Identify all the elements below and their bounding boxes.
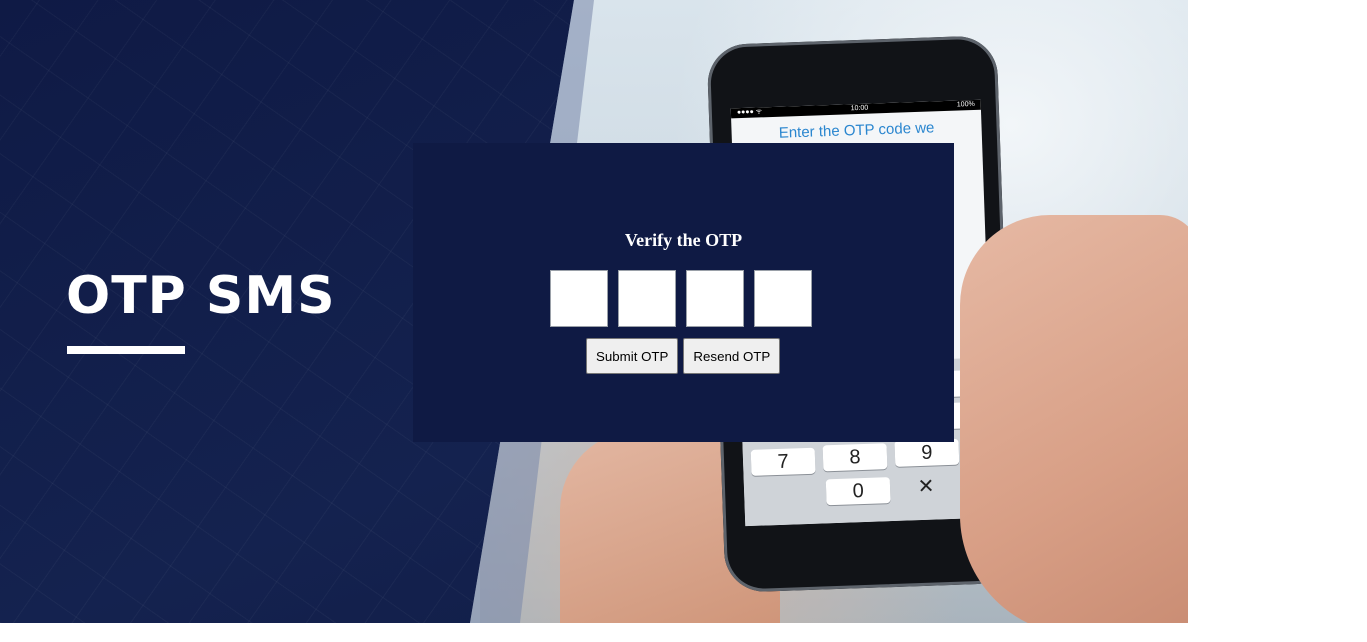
otp-heading: Verify the OTP xyxy=(624,230,743,250)
phone-status-battery: 100% xyxy=(956,100,975,109)
phone-key-9: 9 xyxy=(894,438,960,467)
phone-prompt: Enter the OTP code we xyxy=(778,119,935,142)
hero-title-block: OTP SMS xyxy=(66,266,336,354)
hero-title-underline xyxy=(67,346,185,354)
otp-digit-3[interactable] xyxy=(686,270,744,327)
page: ●●●● ᯤ 10:00 100% Enter the OTP code we … xyxy=(0,0,1367,642)
phone-key-8: 8 xyxy=(822,443,888,472)
resend-otp-button[interactable]: Resend OTP xyxy=(683,338,781,374)
right-hand-image xyxy=(960,215,1188,623)
backspace-icon: ✕ xyxy=(917,475,935,499)
phone-key-0: 0 xyxy=(825,477,891,506)
otp-digit-2[interactable] xyxy=(618,270,676,327)
otp-digit-1[interactable] xyxy=(550,270,608,327)
phone-key-7: 7 xyxy=(750,447,816,476)
hero-title: OTP SMS xyxy=(66,266,336,326)
otp-digit-4[interactable] xyxy=(754,270,812,327)
signal-icon: ●●●● ᯤ xyxy=(736,108,763,117)
phone-status-time: 10:00 xyxy=(850,104,869,113)
submit-otp-button[interactable]: Submit OTP xyxy=(586,338,679,374)
phone-status-bar: ●●●● ᯤ 10:00 100% xyxy=(730,99,981,119)
otp-button-row: Submit OTP Resend OTP xyxy=(586,338,781,374)
otp-input-row xyxy=(550,270,812,327)
